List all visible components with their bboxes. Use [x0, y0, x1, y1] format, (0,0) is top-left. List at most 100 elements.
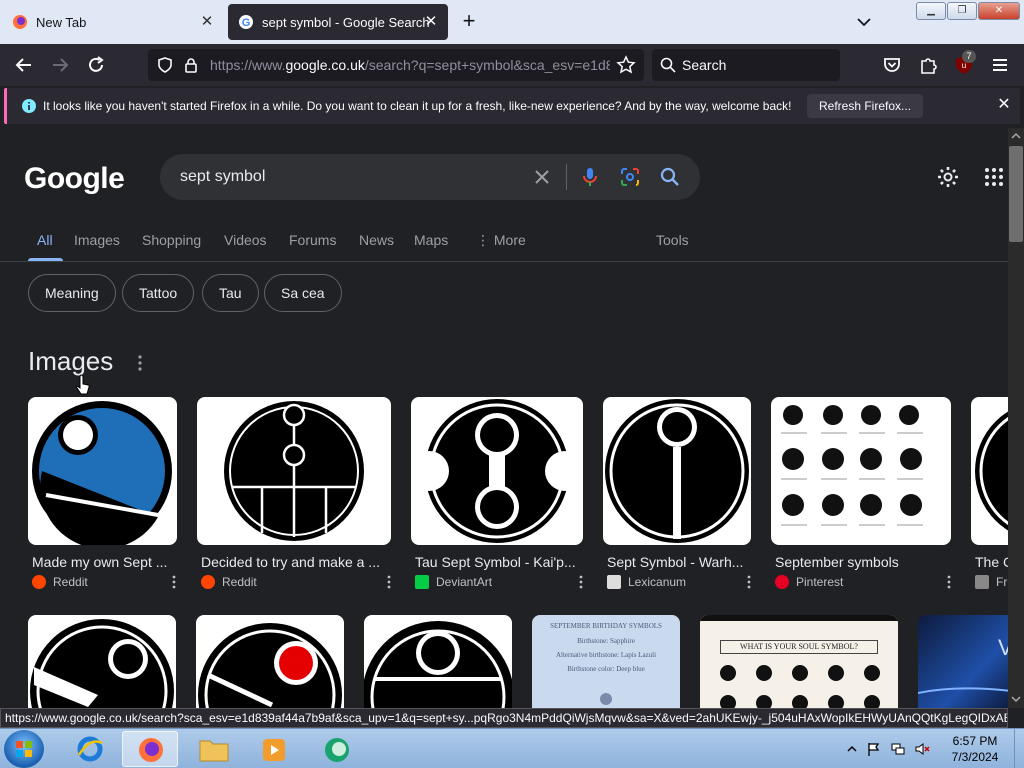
clock-date: 7/3/2024	[951, 750, 999, 764]
birthstone-color-text: Birthstone color: Deep blue	[567, 665, 645, 673]
image-result-thumbnail[interactable]: WHAT IS YOUR SOUL SYMBOL?	[700, 615, 898, 708]
hamburger-menu-icon[interactable]	[988, 53, 1012, 77]
microphone-icon[interactable]	[578, 165, 602, 189]
taskbar-app[interactable]	[310, 731, 366, 767]
close-notification-icon[interactable]: ✕	[995, 96, 1013, 114]
back-arrow-icon[interactable]	[12, 53, 36, 77]
image-result-thumbnail[interactable]: SEPTEMBER BIRTHDAY SYMBOLS Birthstone: S…	[532, 615, 680, 708]
result-title[interactable]: September symbols	[775, 554, 949, 570]
result-source[interactable]: Reddit	[32, 575, 88, 589]
new-tab-button[interactable]: +	[458, 10, 480, 33]
scrollbar-thumb[interactable]	[1009, 146, 1023, 242]
chip-tau[interactable]: Tau	[202, 274, 259, 312]
result-menu-icon[interactable]	[578, 575, 584, 589]
url-text[interactable]: https://www.google.co.uk/search?q=sept+s…	[210, 57, 610, 73]
tab-maps[interactable]: Maps	[414, 232, 448, 248]
pocket-icon[interactable]	[880, 53, 904, 77]
refresh-firefox-button[interactable]: Refresh Firefox...	[807, 94, 924, 118]
scroll-up-arrow-icon[interactable]	[1011, 131, 1021, 141]
forward-arrow-icon[interactable]	[48, 53, 72, 77]
volume-muted-icon[interactable]	[914, 741, 930, 757]
address-bar[interactable]: https://www.google.co.uk/search?q=sept+s…	[148, 49, 644, 81]
result-source[interactable]: Lexicanum	[607, 575, 686, 589]
google-search-box[interactable]: sept symbol	[160, 154, 700, 200]
restore-button[interactable]: ❐	[947, 2, 977, 20]
image-result-thumbnail[interactable]: V	[918, 615, 1008, 708]
result-menu-icon[interactable]	[171, 575, 177, 589]
page-scrollbar[interactable]	[1008, 128, 1024, 708]
taskbar-media-player[interactable]	[246, 731, 302, 767]
show-hidden-icons-icon[interactable]	[844, 741, 860, 757]
result-title[interactable]: Decided to try and make a ...	[201, 554, 389, 570]
search-filter-tabs: All Images Shopping Videos Forums News M…	[0, 228, 1008, 262]
tab-forums[interactable]: Forums	[289, 232, 336, 248]
image-result-thumbnail[interactable]	[196, 615, 344, 708]
lock-icon[interactable]	[182, 56, 200, 74]
start-button[interactable]	[4, 730, 44, 768]
image-result-thumbnail[interactable]	[28, 615, 176, 708]
info-icon	[22, 99, 36, 113]
result-source-label: Lexicanum	[628, 575, 687, 589]
more-options-icon[interactable]	[136, 354, 144, 372]
tab-google-search[interactable]: G sept symbol - Google Search ✕	[228, 4, 448, 40]
taskbar-file-explorer[interactable]	[186, 731, 242, 767]
search-query[interactable]: sept symbol	[180, 168, 265, 186]
image-result-thumbnail[interactable]	[364, 615, 512, 708]
result-title[interactable]: Made my own Sept ...	[32, 554, 174, 570]
reload-icon[interactable]	[84, 53, 108, 77]
bookmark-star-icon[interactable]	[616, 55, 636, 75]
image-result-thumbnail[interactable]	[603, 397, 751, 545]
image-result-thumbnail[interactable]	[971, 397, 1008, 545]
tab-news[interactable]: News	[359, 232, 394, 248]
result-source[interactable]: Pinterest	[775, 575, 843, 589]
blue-abstract-image: V	[918, 635, 1008, 694]
tab-images[interactable]: Images	[74, 232, 120, 248]
result-menu-icon[interactable]	[746, 575, 752, 589]
result-source[interactable]: DeviantArt	[415, 575, 492, 589]
apps-grid-icon[interactable]	[982, 165, 1006, 189]
taskbar-internet-explorer[interactable]	[62, 731, 118, 767]
chevron-down-icon[interactable]	[854, 12, 874, 32]
clear-icon[interactable]	[530, 165, 554, 189]
search-icon[interactable]	[658, 165, 682, 189]
result-source[interactable]: Reddit	[201, 575, 257, 589]
image-result-thumbnail[interactable]	[411, 397, 583, 545]
tab-videos[interactable]: Videos	[224, 232, 267, 248]
result-menu-icon[interactable]	[386, 575, 392, 589]
result-menu-icon[interactable]	[946, 575, 952, 589]
chip-tattoo[interactable]: Tattoo	[122, 274, 195, 312]
close-tab-icon[interactable]: ✕	[422, 13, 440, 31]
chip-meaning[interactable]: Meaning	[28, 274, 116, 312]
close-tab-icon[interactable]: ✕	[198, 13, 216, 31]
chip-sa-cea[interactable]: Sa cea	[264, 274, 342, 312]
firefox-icon	[139, 738, 163, 762]
google-lens-icon[interactable]	[618, 165, 642, 189]
image-result-thumbnail[interactable]	[28, 397, 177, 545]
windows-logo-icon	[16, 741, 32, 757]
tab-more[interactable]: ⋮ More	[476, 232, 526, 249]
taskbar-firefox[interactable]	[122, 731, 178, 767]
tab-new-tab[interactable]: New Tab ✕	[2, 4, 224, 40]
system-clock[interactable]: 6:57 PM 7/3/2024	[940, 733, 1010, 765]
tab-all[interactable]: All	[37, 232, 53, 248]
network-icon[interactable]	[890, 741, 906, 757]
show-desktop-button[interactable]	[1014, 729, 1024, 768]
scroll-down-arrow-icon[interactable]	[1011, 694, 1021, 704]
image-result-thumbnail[interactable]	[771, 397, 951, 545]
window-close-button[interactable]: ✕	[978, 2, 1020, 20]
gear-icon[interactable]	[936, 165, 960, 189]
shield-icon[interactable]	[156, 56, 174, 74]
google-logo[interactable]: Google	[24, 162, 125, 196]
action-center-flag-icon[interactable]	[866, 741, 882, 757]
browser-search-box[interactable]: Search	[652, 49, 840, 81]
extensions-puzzle-icon[interactable]	[916, 53, 940, 77]
tab-shopping[interactable]: Shopping	[142, 232, 201, 248]
image-result-thumbnail[interactable]	[197, 397, 391, 545]
minimize-button[interactable]: ▁	[916, 2, 946, 20]
result-source[interactable]: Fr	[975, 575, 1008, 589]
tab-tools[interactable]: Tools	[656, 232, 689, 248]
result-title[interactable]: Tau Sept Symbol - Kai'p...	[415, 554, 581, 570]
result-title[interactable]: Sept Symbol - Warh...	[607, 554, 749, 570]
result-title[interactable]: The C	[975, 554, 1008, 570]
result-source-label: Reddit	[222, 575, 257, 589]
